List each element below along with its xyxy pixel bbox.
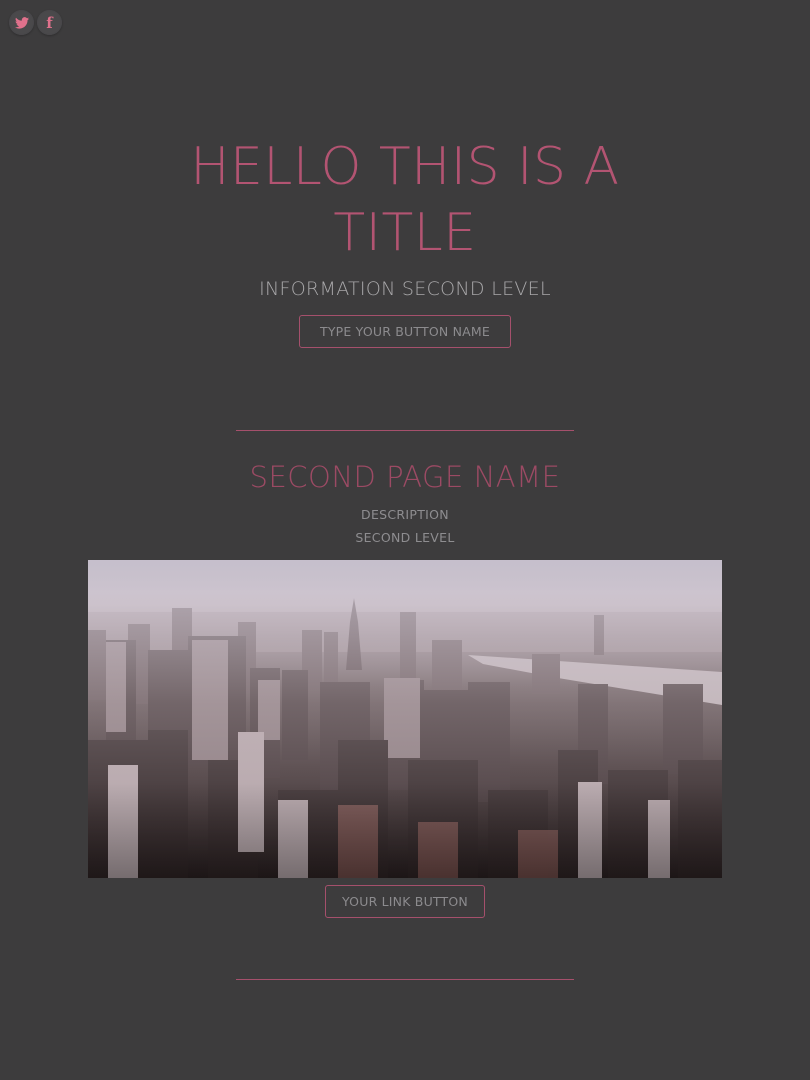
hero-title-line-2: TITLE (333, 203, 477, 263)
link-button[interactable]: YOUR LINK BUTTON (325, 885, 485, 918)
section-divider-top (236, 430, 574, 431)
twitter-icon (14, 16, 29, 29)
social-links: f (9, 10, 62, 35)
hero-subtitle: INFORMATION SECOND LEVEL (259, 278, 551, 300)
section-description: DESCRIPTION SECOND LEVEL (0, 503, 810, 549)
hero-button[interactable]: TYPE YOUR BUTTON NAME (299, 315, 511, 348)
city-skyline-image (88, 560, 722, 878)
section-divider-bottom (236, 979, 574, 980)
hero-title: HELLO THIS IS A TITLE (0, 134, 810, 266)
facebook-button[interactable]: f (37, 10, 62, 35)
section-title: SECOND PAGE NAME (249, 460, 561, 494)
facebook-icon: f (46, 13, 53, 32)
section-description-line-2: SECOND LEVEL (355, 530, 455, 545)
twitter-button[interactable] (9, 10, 34, 35)
hero-title-line-1: HELLO THIS IS A (190, 137, 620, 197)
section-description-line-1: DESCRIPTION (361, 507, 449, 522)
